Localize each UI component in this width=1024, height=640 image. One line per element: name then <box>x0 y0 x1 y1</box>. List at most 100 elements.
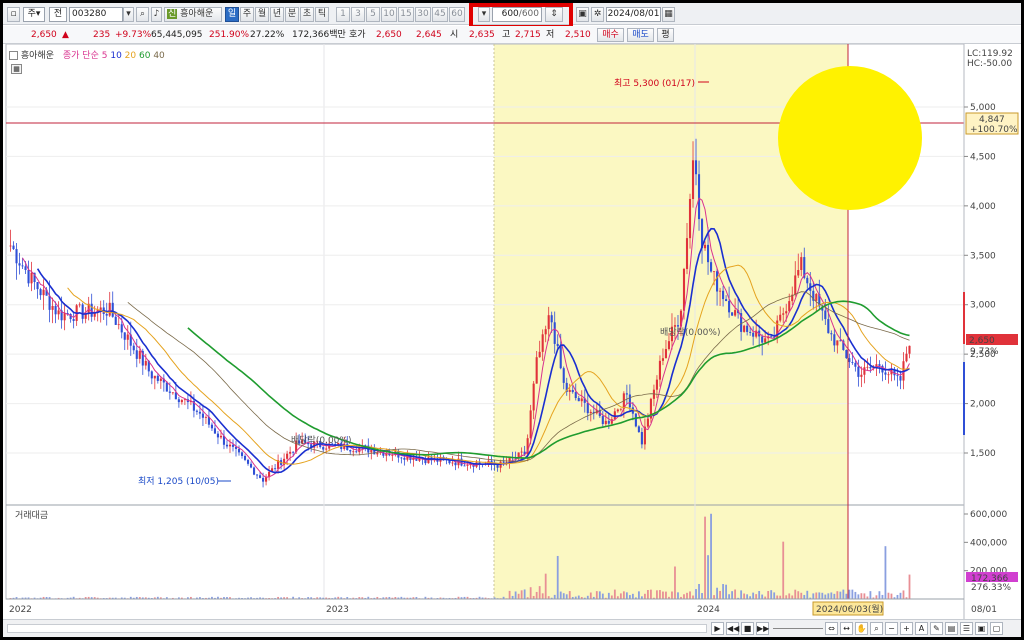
volume-bar <box>797 591 800 599</box>
code-dropdown-icon[interactable]: ▾ <box>123 7 134 22</box>
current-price: 2,650 <box>969 336 995 346</box>
stop-icon[interactable]: ■ <box>741 622 754 635</box>
volume-bar <box>544 573 547 599</box>
stock-name-label: 흥아해운 <box>180 9 214 19</box>
time-label-last: 08/01 <box>971 605 997 615</box>
zoom-range-icon[interactable]: ↔ <box>840 622 853 635</box>
save-icon[interactable]: ▣ <box>576 7 589 22</box>
search-icon[interactable]: ⌕ <box>136 7 149 22</box>
volume-bar <box>770 590 773 599</box>
volume-bar <box>776 595 779 599</box>
forward-icon[interactable]: ▶▶ <box>756 622 769 635</box>
grid-toggle-icon[interactable]: ▦ <box>11 64 22 74</box>
market-select[interactable]: 주▾ <box>23 7 45 22</box>
quote-volume: 65,445,095 <box>151 30 203 40</box>
rewind-icon[interactable]: ◀◀ <box>726 622 739 635</box>
price-chart[interactable]: LC:119.92 HC:-50.00 5,000 4,500 4,000 3,500… <box>3 44 1021 619</box>
volume-bar <box>887 592 890 599</box>
buy-button[interactable]: 매수 <box>597 28 624 42</box>
scroll-right-icon[interactable]: ▶ <box>711 622 724 635</box>
pan-icon[interactable]: ✋ <box>855 622 868 635</box>
candle-body <box>562 368 565 383</box>
candle-body <box>177 399 180 403</box>
minute-option-30[interactable]: 30 <box>415 7 431 22</box>
stock-name-button[interactable]: 신 흥아해운 <box>164 7 222 22</box>
window-menu-icon[interactable]: ▫ <box>7 7 20 22</box>
candle-body <box>830 333 833 335</box>
tab-day[interactable]: 일 <box>225 7 239 22</box>
quote-amount: 172,366백만 <box>292 30 346 40</box>
candle-body <box>827 319 830 334</box>
minute-option-15[interactable]: 15 <box>398 7 414 22</box>
tab-tick[interactable]: 틱 <box>315 7 329 22</box>
volume-bar <box>899 592 902 599</box>
draw-tool-icon[interactable]: ✎ <box>930 622 943 635</box>
candle-body <box>770 336 773 338</box>
flat-button[interactable]: 평 <box>657 28 674 42</box>
candle-body <box>869 366 872 369</box>
minute-option-1[interactable]: 1 <box>336 7 350 22</box>
volume-bar <box>665 591 667 599</box>
tab-year[interactable]: 년 <box>270 7 284 22</box>
volume-bar <box>517 593 520 599</box>
tab-minute[interactable]: 분 <box>285 7 299 22</box>
volume-bar <box>791 595 794 599</box>
volume-bar <box>622 591 625 599</box>
zoom-in-icon[interactable]: + <box>900 622 913 635</box>
layout-icon[interactable]: ▤ <box>945 622 958 635</box>
volume-bar <box>875 595 878 599</box>
volume-bar <box>806 590 809 599</box>
candle-body <box>286 453 289 459</box>
zoom-search-icon[interactable]: ⌕ <box>870 622 883 635</box>
volume-bar <box>881 594 884 599</box>
calendar-icon[interactable]: ▦ <box>662 7 675 22</box>
minute-option-3[interactable]: 3 <box>351 7 365 22</box>
tab-second[interactable]: 초 <box>300 7 314 22</box>
zoom-fit-icon[interactable]: ⇔ <box>825 622 838 635</box>
time-label-2022: 2022 <box>9 605 32 615</box>
candle-body <box>532 383 535 411</box>
gear-icon[interactable]: ✲ <box>591 7 604 22</box>
tab-week[interactable]: 주 <box>240 7 254 22</box>
window-icon[interactable]: ▣ <box>975 622 988 635</box>
minute-option-60[interactable]: 60 <box>449 7 465 22</box>
quote-turnover: 27.22% <box>250 30 285 40</box>
volume-bar <box>565 594 568 599</box>
candle-body <box>716 271 719 292</box>
candle-body <box>878 364 881 366</box>
sell-button[interactable]: 매도 <box>627 28 654 42</box>
volume-bar <box>869 591 872 599</box>
volume-bar <box>758 591 761 599</box>
sound-icon[interactable]: ♪ <box>151 7 162 22</box>
candle-body <box>619 408 622 410</box>
text-tool-icon[interactable]: A <box>915 622 928 635</box>
minute-option-10[interactable]: 10 <box>381 7 397 22</box>
candle-body <box>857 366 860 377</box>
candle-body <box>322 447 325 450</box>
quote-ask: 2,650 <box>376 30 402 40</box>
screen-icon[interactable]: ▢ <box>990 622 1003 635</box>
period-mode-select[interactable]: 전 <box>49 7 67 22</box>
date-input[interactable]: 2024/08/01 <box>606 7 661 22</box>
list-icon[interactable]: ☰ <box>960 622 973 635</box>
stock-code-input[interactable]: 003280 <box>69 7 123 22</box>
candle-body <box>556 343 559 347</box>
candle-body <box>604 420 607 425</box>
candle-body <box>255 474 259 476</box>
minute-option-45[interactable]: 45 <box>432 7 448 22</box>
zoom-slider[interactable] <box>773 628 823 629</box>
scroll-track[interactable] <box>7 624 707 633</box>
scroll-bar[interactable]: ▶ ◀◀ ■ ▶▶ ⇔ ↔ ✋ ⌕ − + A ✎ ▤ ☰ ▣ ▢ <box>3 619 1021 637</box>
candle-body <box>782 313 785 315</box>
volume-bar <box>698 584 700 599</box>
chart-area[interactable]: LC:119.92 HC:-50.00 5,000 4,500 4,000 3,500… <box>3 44 1021 637</box>
candle-body <box>580 398 583 402</box>
minute-option-5[interactable]: 5 <box>366 7 380 22</box>
zoom-out-icon[interactable]: − <box>885 622 898 635</box>
candle-body <box>30 272 33 284</box>
candle-body <box>216 433 220 438</box>
tab-month[interactable]: 월 <box>255 7 269 22</box>
candle-body <box>854 362 857 367</box>
candle-body <box>289 451 292 454</box>
legend-box-icon[interactable] <box>9 51 18 60</box>
